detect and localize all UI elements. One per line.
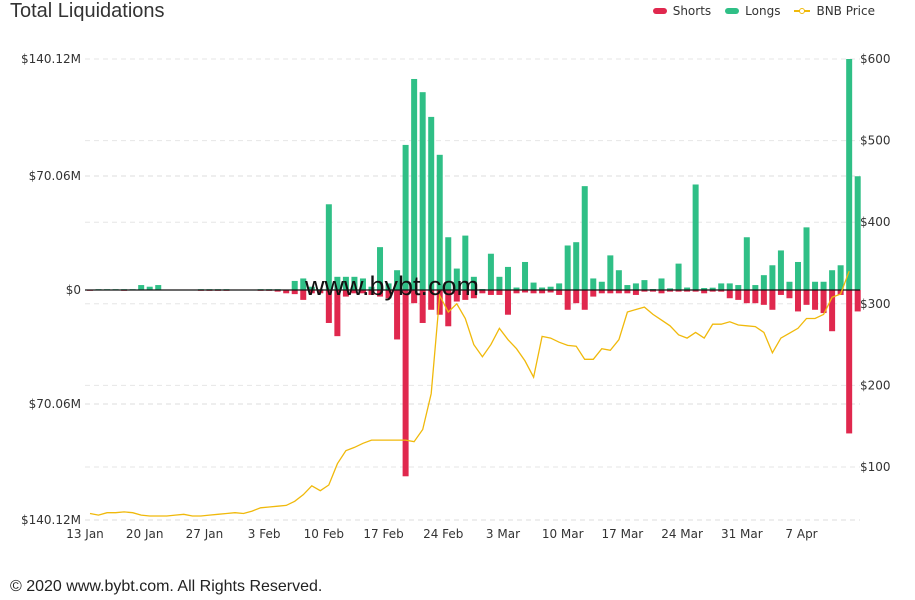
short-bar xyxy=(794,290,801,312)
right-tick-label: $200 xyxy=(860,378,891,392)
long-bar xyxy=(615,270,622,290)
long-bar xyxy=(556,283,563,290)
x-tick-label: 24 Feb xyxy=(423,527,463,541)
short-bar xyxy=(777,290,784,295)
long-bar xyxy=(598,281,605,290)
long-bar xyxy=(522,261,529,290)
long-bar xyxy=(607,255,614,290)
long-bar xyxy=(786,281,793,290)
x-tick-label: 17 Feb xyxy=(363,527,403,541)
long-bar xyxy=(837,265,844,290)
right-tick-label: $500 xyxy=(860,134,891,148)
left-tick-label: $140.12M xyxy=(21,513,81,527)
short-bar xyxy=(291,290,298,295)
x-tick-label: 31 Mar xyxy=(721,527,763,541)
long-bar xyxy=(794,261,801,290)
x-tick-label: 10 Feb xyxy=(304,527,344,541)
x-tick-label: 24 Mar xyxy=(661,527,703,541)
short-bar xyxy=(786,290,793,299)
long-bar xyxy=(641,280,648,290)
long-bar xyxy=(735,285,742,290)
long-bar xyxy=(428,116,435,290)
right-axis: $100 $200 $300 $400 $500 $600 xyxy=(860,52,891,474)
short-bar xyxy=(564,290,571,310)
long-bar xyxy=(692,184,699,290)
long-bar xyxy=(402,144,409,290)
long-bar xyxy=(581,186,588,290)
left-axis: $140.12M $70.06M $0 $70.06M $140.12M xyxy=(21,52,81,527)
short-bar xyxy=(632,290,639,295)
x-tick-label: 3 Feb xyxy=(248,527,281,541)
short-bar xyxy=(735,290,742,300)
long-bar xyxy=(760,275,767,290)
long-bar xyxy=(504,266,511,290)
left-tick-label: $140.12M xyxy=(21,52,81,66)
long-bar xyxy=(138,285,145,290)
long-bar xyxy=(718,283,725,290)
bnb-price-line xyxy=(89,270,850,517)
x-tick-label: 17 Mar xyxy=(602,527,644,541)
right-tick-label: $100 xyxy=(860,460,891,474)
short-bar xyxy=(812,290,819,310)
left-tick-label: $0 xyxy=(66,283,81,297)
long-bar xyxy=(812,281,819,290)
long-bar xyxy=(820,281,827,290)
long-bar xyxy=(411,78,418,291)
short-bar xyxy=(402,290,409,477)
long-bar xyxy=(496,276,503,290)
long-bar xyxy=(752,285,759,290)
x-tick-label: 7 Apr xyxy=(785,527,817,541)
x-tick-label: 10 Mar xyxy=(542,527,584,541)
short-bar xyxy=(743,290,750,304)
x-tick-label: 20 Jan xyxy=(126,527,164,541)
long-bar xyxy=(291,280,298,290)
long-bar xyxy=(803,227,810,290)
long-bar xyxy=(590,278,597,290)
right-tick-label: $600 xyxy=(860,52,891,66)
x-axis: 13 Jan 20 Jan 27 Jan 3 Feb 10 Feb 17 Feb 24 Fe… xyxy=(66,527,817,541)
x-tick-label: 3 Mar xyxy=(486,527,520,541)
short-bar xyxy=(590,290,597,297)
short-bar xyxy=(556,290,563,295)
x-tick-label: 27 Jan xyxy=(186,527,224,541)
short-bar xyxy=(581,290,588,310)
x-tick-label: 13 Jan xyxy=(66,527,104,541)
short-bar xyxy=(504,290,511,315)
short-bar xyxy=(752,290,759,304)
long-bar xyxy=(436,154,443,290)
short-bar xyxy=(726,290,733,299)
bars xyxy=(87,59,861,477)
long-bar xyxy=(675,263,682,290)
long-bar xyxy=(658,278,665,290)
right-tick-label: $400 xyxy=(860,215,891,229)
long-bar xyxy=(769,265,776,290)
right-tick-label: $300 xyxy=(860,297,891,311)
long-bar xyxy=(155,285,162,290)
chart-area: www.bybt.com $140.12M$70.06M$0$70.06M$14… xyxy=(21,52,891,541)
short-bar xyxy=(573,290,580,304)
short-bar xyxy=(496,290,503,295)
long-bar xyxy=(777,250,784,290)
short-bar xyxy=(769,290,776,310)
long-bar xyxy=(624,285,631,290)
short-bar xyxy=(487,290,494,295)
long-bar xyxy=(530,282,537,290)
left-tick-label: $70.06M xyxy=(29,397,81,411)
copyright-footer: © 2020 www.bybt.com. All Rights Reserved… xyxy=(10,578,323,595)
left-tick-label: $70.06M xyxy=(29,169,81,183)
long-bar xyxy=(726,283,733,290)
long-bar xyxy=(829,270,836,290)
short-bar xyxy=(846,290,853,434)
long-bar xyxy=(487,253,494,290)
long-bar xyxy=(573,242,580,290)
long-bar xyxy=(564,245,571,290)
long-bar xyxy=(743,237,750,290)
long-bar xyxy=(846,59,853,290)
short-bar xyxy=(760,290,767,305)
short-bar xyxy=(803,290,810,305)
long-bar xyxy=(854,176,861,290)
long-bar xyxy=(419,92,426,290)
watermark: www.bybt.com xyxy=(304,271,479,301)
long-bar xyxy=(632,283,639,290)
